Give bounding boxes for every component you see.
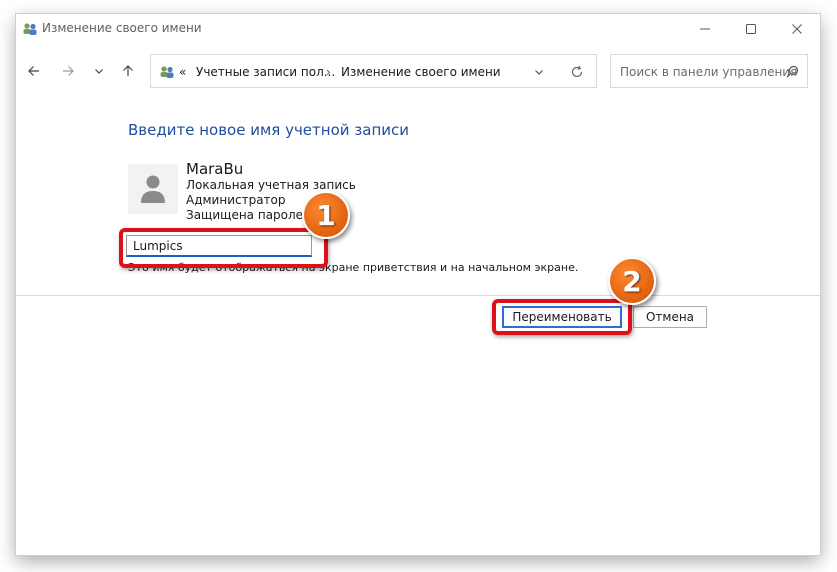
page-heading: Введите новое имя учетной записи — [128, 121, 409, 139]
user-accounts-icon — [23, 23, 37, 35]
close-icon — [792, 24, 802, 34]
search-box[interactable]: Поиск в панели управления — [610, 54, 808, 88]
account-role: Администратор — [186, 193, 286, 207]
breadcrumb-overflow[interactable]: « — [179, 65, 186, 79]
breadcrumb-user-accounts[interactable]: Учетные записи пол... — [196, 65, 335, 79]
avatar — [128, 164, 178, 214]
arrow-right-icon — [63, 66, 74, 76]
recent-locations-button[interactable] — [88, 60, 110, 82]
highlight-name-input — [119, 228, 328, 268]
navigation-bar: « Учетные записи пол... › Изменение свое… — [16, 52, 820, 92]
chevron-down-icon[interactable] — [534, 67, 544, 77]
minimize-button[interactable] — [682, 14, 728, 44]
forward-button[interactable] — [57, 60, 79, 82]
step-marker-2: 2 — [608, 257, 656, 305]
chevron-down-icon — [95, 69, 103, 74]
breadcrumb-separator-icon: › — [326, 65, 331, 79]
user-avatar-icon — [141, 175, 165, 203]
maximize-button[interactable] — [728, 14, 774, 44]
account-type: Локальная учетная запись — [186, 178, 356, 192]
user-name: MaraBu — [186, 160, 244, 178]
arrow-up-icon — [123, 65, 133, 76]
search-input[interactable]: Поиск в панели управления — [620, 65, 797, 79]
maximize-icon — [746, 24, 756, 34]
refresh-icon[interactable] — [570, 65, 584, 79]
arrow-left-icon — [28, 66, 39, 76]
address-bar[interactable]: « Учетные записи пол... › Изменение свое… — [150, 54, 597, 88]
minimize-icon — [700, 28, 710, 30]
cancel-button[interactable]: Отмена — [633, 306, 707, 328]
rename-account-window: Изменение своего имени « Учетные записи … — [16, 14, 820, 555]
search-icon[interactable] — [786, 65, 799, 78]
window-title: Изменение своего имени — [42, 21, 202, 35]
up-button[interactable] — [117, 60, 139, 82]
title-bar: Изменение своего имени — [16, 14, 820, 44]
breadcrumb-change-name[interactable]: Изменение своего имени — [341, 65, 501, 79]
user-accounts-icon — [160, 66, 174, 78]
step-marker-1: 1 — [302, 191, 350, 239]
password-status: Защищена паролем — [186, 208, 313, 222]
close-button[interactable] — [774, 14, 820, 44]
back-button[interactable] — [23, 60, 45, 82]
highlight-rename-button — [492, 299, 632, 335]
divider — [16, 295, 820, 296]
